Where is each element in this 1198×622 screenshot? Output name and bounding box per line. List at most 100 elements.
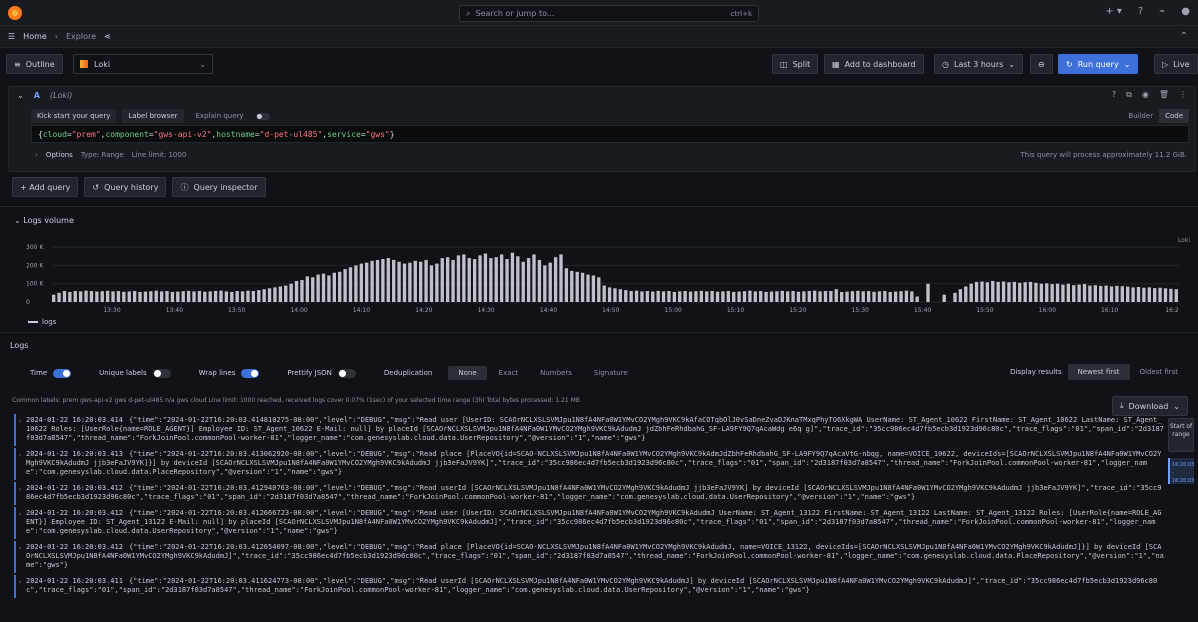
plus-icon[interactable]: + ▾ — [1105, 6, 1122, 17]
help-icon[interactable]: ? — [1138, 6, 1143, 17]
collapse-icon[interactable]: ⌃ — [1180, 31, 1188, 42]
volume-bar — [813, 290, 817, 302]
logs-volume-header[interactable]: ⌄ Logs volume — [14, 216, 74, 225]
volume-bar — [1045, 283, 1049, 302]
prettify-json-toggle[interactable] — [337, 368, 356, 378]
add-to-dashboard-button[interactable]: ▦ Add to dashboard — [824, 54, 924, 74]
code-mode-button[interactable]: Code — [1159, 109, 1189, 123]
newest-first-button[interactable]: Newest first — [1067, 364, 1130, 380]
query-actions: + Add query ↺ Query history ⓘ Query insp… — [12, 177, 266, 197]
volume-bar — [667, 291, 671, 302]
logs-volume-chart[interactable]: 300 K 200 K 100 K 0 13:30 13:40 13:50 14:00 14:1… — [0, 230, 1198, 330]
volume-bar — [1147, 287, 1151, 302]
volume-bar — [95, 291, 99, 302]
time-range-marker[interactable]: 16:20:03 - 16:20:03 — [1168, 458, 1194, 484]
volume-bar — [294, 280, 299, 302]
breadcrumb-explore[interactable]: Explore — [66, 32, 96, 41]
volume-bar — [499, 254, 504, 302]
collapse-chevron-icon[interactable]: ⌄ — [17, 91, 24, 100]
x-tick-label: 15:10 — [727, 307, 744, 314]
dedup-signature[interactable]: Signature — [584, 366, 638, 380]
log-row[interactable]: › 2024-01-22 16:20:03.414 {"time":"2024-0… — [14, 414, 1164, 446]
log-row[interactable]: › 2024-01-22 16:20:03.412 {"time":"2024-0… — [14, 541, 1164, 573]
copy-icon[interactable]: ⧉ — [1126, 90, 1132, 100]
log-row[interactable]: › 2024-01-22 16:20:03.412 {"time":"2024-0… — [14, 482, 1164, 505]
y-tick-label: 100 K — [26, 281, 44, 288]
eye-icon[interactable]: ◉ — [1142, 90, 1149, 100]
share-icon[interactable]: ⋖ — [104, 32, 111, 41]
volume-bar — [575, 271, 579, 302]
builder-mode-button[interactable]: Builder — [1122, 109, 1159, 123]
add-to-dashboard-label: Add to dashboard — [844, 59, 916, 69]
live-label: Live — [1173, 59, 1190, 69]
oldest-first-button[interactable]: Oldest first — [1130, 364, 1189, 380]
volume-bar — [548, 262, 552, 302]
log-row[interactable]: › 2024-01-22 16:20:03.412 {"time":"2024-0… — [14, 507, 1164, 539]
live-button[interactable]: ▷ Live — [1154, 54, 1198, 74]
volume-bar — [165, 291, 169, 302]
search-input[interactable]: ⌕ Search or jump to... ctrl+k — [459, 5, 759, 22]
menu-icon[interactable]: ☰ — [8, 32, 15, 41]
query-code-editor[interactable]: { cloud = "prem", component = "gws-api-v2", ho… — [31, 125, 1189, 143]
query-options[interactable]: › Options Type: Range Line limit: 1000 — [35, 151, 186, 159]
datasource-picker[interactable]: Loki ⌄ — [73, 54, 213, 74]
volume-bar — [100, 291, 104, 302]
avatar[interactable]: ● — [1181, 6, 1190, 17]
volume-bar — [176, 291, 180, 302]
expand-icon[interactable]: › — [18, 578, 22, 587]
wrap-lines-toggle[interactable] — [241, 368, 260, 378]
breadcrumb: ☰ Home › Explore ⋖ ⌃ — [0, 26, 1198, 48]
time-range-picker[interactable]: ◷ Last 3 hours ⌄ — [934, 54, 1024, 74]
expand-icon[interactable]: › — [18, 451, 22, 460]
volume-bar — [440, 258, 444, 302]
top-icons: + ▾ ? ⌁ ● — [1105, 6, 1190, 17]
volume-bar — [1153, 288, 1157, 302]
breadcrumb-home[interactable]: Home — [23, 32, 47, 41]
dedup-none[interactable]: None — [448, 366, 487, 380]
time-toggle[interactable] — [53, 368, 72, 378]
rss-icon[interactable]: ⌁ — [1159, 6, 1165, 17]
volume-bar — [451, 259, 455, 302]
unique-labels-toggle[interactable] — [152, 368, 171, 378]
log-line: {"time":"2024-01-22T16:20:03.412654097-0… — [26, 543, 1164, 569]
dedup-exact[interactable]: Exact — [489, 366, 528, 380]
query-history-button[interactable]: ↺ Query history — [84, 177, 167, 197]
add-query-button[interactable]: + Add query — [12, 177, 79, 197]
run-query-button[interactable]: ↻ Run query ⌄ — [1058, 54, 1139, 74]
dedup-numbers[interactable]: Numbers — [530, 366, 582, 380]
outline-button[interactable]: ≡ Outline — [6, 54, 63, 74]
query-letter[interactable]: A — [34, 91, 40, 100]
expand-icon[interactable]: › — [18, 544, 22, 553]
download-button[interactable]: ⤓ Download ⌄ — [1111, 396, 1188, 416]
expr-value: "gws-api-v2" — [153, 129, 212, 139]
query-inspector-button[interactable]: ⓘ Query inspector — [172, 177, 266, 197]
expand-icon[interactable]: › — [18, 510, 22, 519]
split-button[interactable]: ◫ Split — [772, 54, 819, 74]
drag-handle-icon[interactable]: ⋮ — [1179, 90, 1187, 100]
log-row[interactable]: › 2024-01-22 16:20:03.413 {"time":"2024-0… — [14, 448, 1164, 480]
log-row[interactable]: › 2024-01-22 16:20:03.411 {"time":"2024-0… — [14, 575, 1164, 598]
label-browser-button[interactable]: Label browser — [122, 109, 184, 123]
volume-bar — [856, 290, 860, 302]
zoom-out-button[interactable]: ⊖ — [1030, 54, 1053, 74]
trash-icon[interactable]: 🗑 — [1159, 90, 1169, 100]
chevron-down-icon: ⌄ — [14, 216, 21, 225]
kick-start-button[interactable]: Kick start your query — [31, 109, 117, 123]
expand-icon[interactable]: › — [18, 417, 22, 426]
volume-bar — [705, 291, 709, 302]
volume-bar — [435, 263, 439, 302]
help-icon[interactable]: ? — [1112, 90, 1116, 100]
expand-icon[interactable]: › — [18, 485, 22, 494]
log-timestamp: 2024-01-22 16:20:03.411 — [26, 577, 123, 585]
breadcrumb-separator: › — [54, 32, 58, 41]
start-of-range-button[interactable]: Start of range — [1168, 418, 1194, 452]
chart-legend[interactable]: logs — [28, 318, 56, 326]
dashboard-icon: ▦ — [832, 59, 840, 69]
grafana-logo-icon[interactable] — [8, 6, 22, 20]
legend-label: logs — [42, 318, 57, 326]
volume-bar — [850, 291, 855, 302]
volume-bar — [516, 256, 520, 302]
volume-bar — [748, 290, 752, 302]
explain-query-toggle[interactable] — [255, 112, 270, 120]
volume-bar — [472, 259, 477, 302]
